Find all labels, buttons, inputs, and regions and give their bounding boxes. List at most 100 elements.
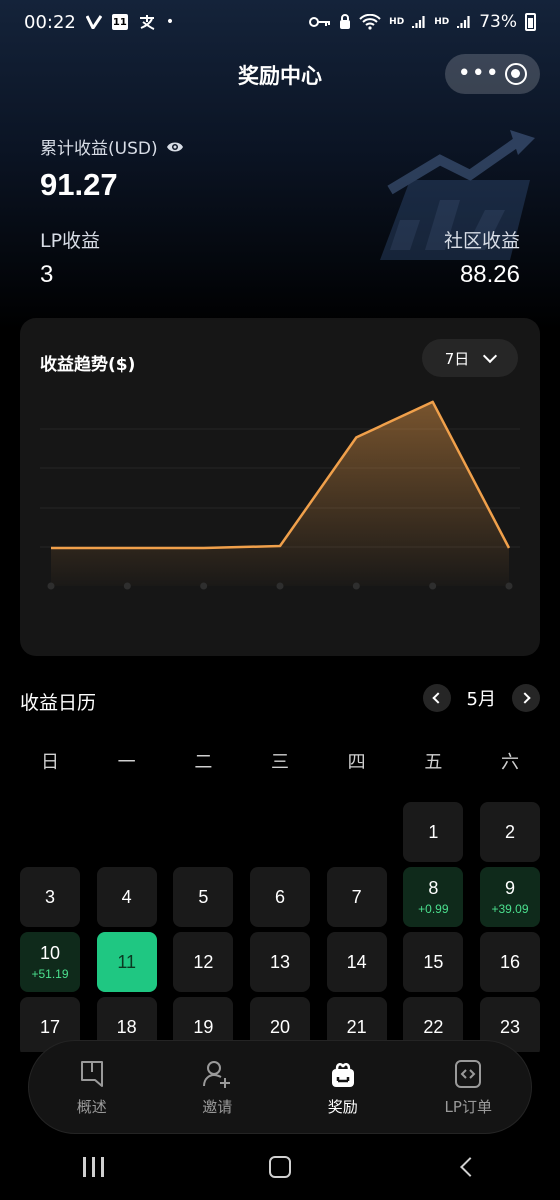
calendar-11-icon: 11 <box>111 14 128 30</box>
hd-signal-icon: HD <box>434 17 450 27</box>
day-number: 3 <box>44 886 55 907</box>
prev-month-button[interactable] <box>422 684 451 712</box>
calendar-day[interactable]: 9 +39.09 <box>480 867 540 927</box>
chart-x-tick <box>352 582 360 590</box>
month-label: 5月 <box>466 689 496 710</box>
calendar-day[interactable]: 14 <box>326 932 387 992</box>
tab-label: 邀请 <box>202 1097 233 1116</box>
day-number: 12 <box>193 951 214 972</box>
calendar-day[interactable]: 5 <box>173 867 234 927</box>
bookmark-doc-icon <box>80 1060 103 1087</box>
hd-signal-icon: HD <box>389 17 405 27</box>
tab-rewards[interactable]: 奖励 <box>280 1041 406 1133</box>
weekday-label: 一 <box>117 752 136 773</box>
calendar-header: 收益日历 5月 <box>20 684 540 716</box>
system-navigation-bar <box>0 1134 560 1200</box>
day-number: 11 <box>117 951 136 972</box>
miniprogram-capsule: ••• <box>445 54 540 94</box>
tab-label: LP订单 <box>444 1097 492 1116</box>
day-number: 23 <box>499 1016 521 1037</box>
calendar-title: 收益日历 <box>20 692 97 714</box>
total-earnings-value: 91.27 <box>40 167 118 202</box>
weekday-label: 三 <box>271 752 289 773</box>
calendar-day[interactable]: 1 <box>403 802 464 862</box>
calendar-day[interactable]: 4 <box>96 867 157 927</box>
add-user-icon <box>203 1060 231 1088</box>
day-number: 17 <box>39 1016 61 1037</box>
key-icon <box>309 17 331 27</box>
chart-title: 收益趋势($) <box>40 355 136 375</box>
lock-icon <box>340 14 351 29</box>
community-earnings-label: 社区收益 <box>443 230 520 252</box>
day-number: 22 <box>423 1016 444 1037</box>
tab-invite[interactable]: 邀请 <box>155 1041 281 1133</box>
chart-x-tick <box>47 582 55 590</box>
tab-overview[interactable]: 概述 <box>29 1041 155 1133</box>
chevron-left-icon <box>432 692 444 704</box>
battery-percent: 73% <box>479 12 517 32</box>
day-number: 20 <box>269 1016 291 1037</box>
weekday-label: 五 <box>424 752 443 773</box>
calendar-day[interactable]: 11 <box>96 932 157 992</box>
tab-lp-orders[interactable]: LP订单 <box>406 1041 532 1133</box>
day-earnings: +51.19 <box>31 967 69 981</box>
calendar-day[interactable]: 10 +51.19 <box>20 932 80 992</box>
calendar-day[interactable]: 7 <box>326 867 387 927</box>
chart-x-tick <box>200 582 208 590</box>
home-icon[interactable] <box>269 1156 292 1178</box>
recent-apps-icon[interactable] <box>82 1157 104 1177</box>
lp-earnings: LP收益 3 <box>40 226 100 289</box>
calendar-day[interactable]: 3 <box>20 867 80 927</box>
calendar-day[interactable]: 2 <box>480 802 540 862</box>
weekday-label: 二 <box>194 752 213 773</box>
community-earnings-value: 88.26 <box>459 261 520 288</box>
day-number: 21 <box>346 1016 367 1037</box>
eye-icon[interactable] <box>166 140 184 154</box>
day-number: 7 <box>351 886 362 907</box>
v-icon <box>85 15 102 29</box>
calendar-day[interactable]: 6 <box>250 867 310 927</box>
day-number: 4 <box>121 886 132 907</box>
lp-earnings-label: LP收益 <box>40 230 101 252</box>
range-dropdown[interactable]: 7日 <box>422 339 518 377</box>
chart-x-tick <box>276 582 284 590</box>
status-bar: 00:22 11 • HD HD 73% <box>0 0 560 44</box>
chart-x-tick <box>429 582 437 590</box>
bottom-tab-bar: 概述 邀请 奖励 LP订单 <box>28 1040 532 1134</box>
calendar-day[interactable]: 16 <box>480 932 540 992</box>
day-number: 6 <box>274 886 285 907</box>
month-navigator: 5月 <box>422 684 540 712</box>
signal-bars-icon <box>457 16 470 28</box>
tab-label: 奖励 <box>327 1097 358 1116</box>
day-number: 10 <box>39 943 61 963</box>
day-number: 14 <box>346 951 367 972</box>
more-icon[interactable]: ••• <box>458 63 500 85</box>
next-month-button[interactable] <box>512 684 540 712</box>
back-icon[interactable] <box>460 1157 481 1177</box>
code-file-icon <box>455 1059 482 1088</box>
gift-box-icon <box>331 1062 354 1087</box>
calendar-day[interactable]: 12 <box>173 932 234 992</box>
calendar-grid: 1 2 3 4 5 6 7 8 +0.99 9 +39.09 10 +51.19 11 12 13 14 15 16… <box>20 802 540 1052</box>
alipay-icon <box>139 15 155 30</box>
battery-icon <box>525 13 536 31</box>
day-number: 1 <box>428 821 439 842</box>
day-number: 5 <box>198 886 209 907</box>
weekday-label: 四 <box>347 752 366 773</box>
navigation-bar: 奖励中心 ••• <box>0 50 560 98</box>
day-earnings: +0.99 <box>418 902 449 916</box>
close-target-icon[interactable] <box>505 63 528 85</box>
community-earnings: 社区收益 88.26 <box>444 226 520 289</box>
day-number: 9 <box>504 878 515 898</box>
calendar-day[interactable]: 8 +0.99 <box>403 867 464 927</box>
status-time: 00:22 <box>24 11 76 33</box>
calendar-day[interactable]: 13 <box>250 932 310 992</box>
lp-earnings-value: 3 <box>40 261 54 288</box>
total-earnings: 累计收益(USD) 91.27 <box>40 134 184 203</box>
day-number: 8 <box>428 878 439 898</box>
weekday-row: 日一二三四五六 <box>20 748 540 774</box>
weekday-label: 日 <box>41 752 59 773</box>
day-earnings: +39.09 <box>491 902 529 916</box>
calendar-day[interactable]: 15 <box>403 932 464 992</box>
day-number: 16 <box>499 951 521 972</box>
